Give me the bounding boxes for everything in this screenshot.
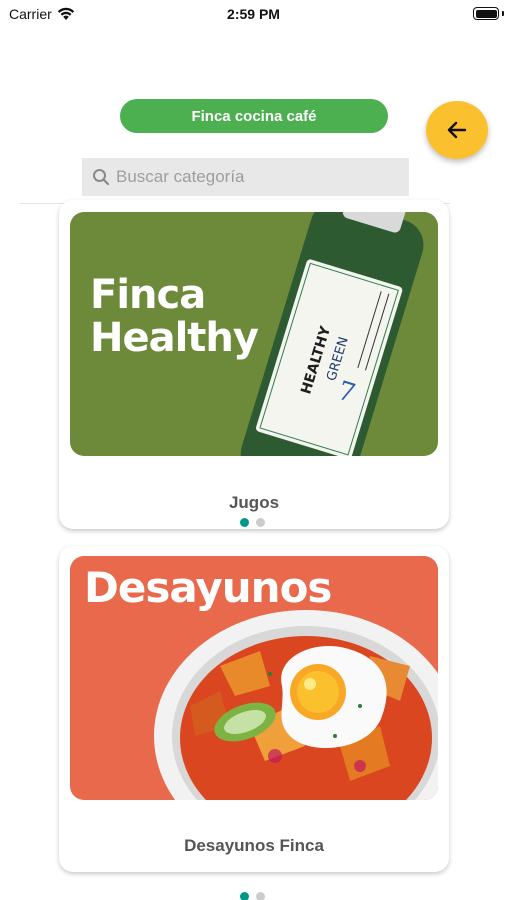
page-dot[interactable] [256, 892, 265, 900]
carousel-dots [240, 892, 265, 900]
category-banner-jugos[interactable]: Finca Healthy HEALTHY GREEN 7 [70, 212, 438, 456]
page-dot[interactable] [256, 518, 265, 527]
page-dot-active[interactable] [240, 518, 249, 527]
battery-icon [473, 7, 499, 20]
back-button[interactable] [426, 101, 488, 159]
search-icon [93, 169, 110, 186]
juice-bottle-illustration: HEALTHY GREEN 7 [240, 212, 424, 456]
arrow-left-icon [447, 121, 467, 139]
category-card-desayunos[interactable]: Desayunos Desayunos Finca [59, 546, 449, 872]
category-card-jugos[interactable]: Finca Healthy HEALTHY GREEN 7 Jugos [59, 200, 449, 529]
restaurant-title-label: Finca cocina café [191, 107, 317, 125]
search-bar[interactable] [82, 158, 409, 196]
restaurant-title: Finca cocina café [120, 99, 388, 133]
category-banner-desayunos[interactable]: Desayunos [70, 556, 438, 800]
carousel-dots [240, 518, 265, 527]
battery-tip [502, 11, 504, 16]
page-dot-active[interactable] [240, 892, 249, 900]
category-label: Jugos [228, 493, 280, 512]
category-label: Desayunos Finca [184, 836, 324, 855]
status-time: 2:59 PM [227, 6, 280, 22]
search-input[interactable] [116, 167, 396, 187]
status-bar: Carrier 2:59 PM [0, 0, 507, 30]
chilaquiles-dish-illustration [154, 610, 438, 800]
